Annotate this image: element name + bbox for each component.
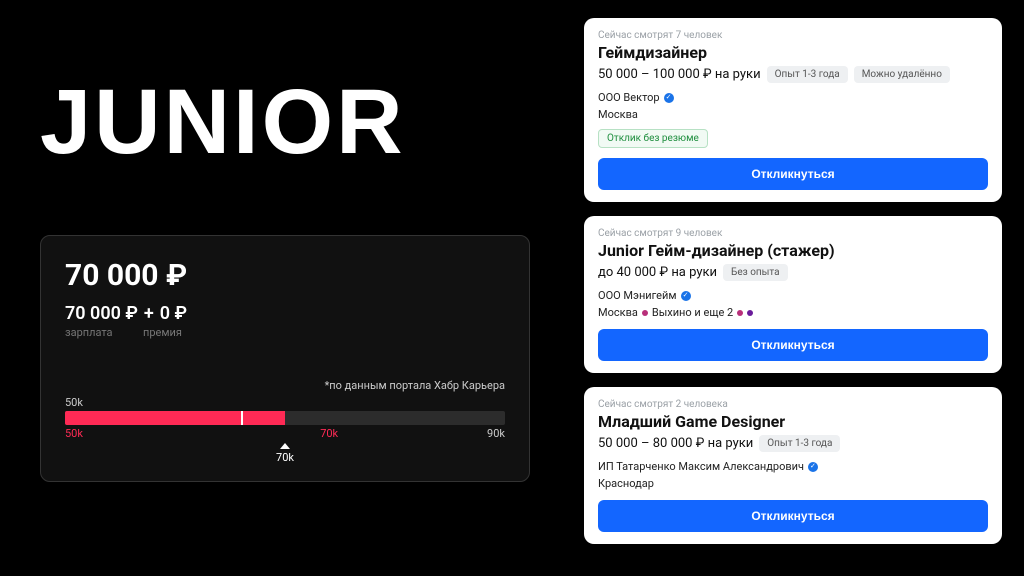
- location-text: Москва: [598, 306, 638, 319]
- axis-bottom: 50k 70k 90k: [65, 427, 505, 443]
- apply-button[interactable]: Откликнуться: [598, 500, 988, 532]
- salary-sublabels: зарплата премия: [65, 326, 505, 339]
- apply-button[interactable]: Откликнуться: [598, 158, 988, 190]
- company-name: ООО Вектор: [598, 91, 660, 104]
- bonus-label: премия: [143, 326, 182, 339]
- salary-breakdown: 70 000 ₽ + 0 ₽: [65, 303, 505, 324]
- tag-pill: Без опыта: [723, 264, 788, 281]
- apply-button[interactable]: Откликнуться: [598, 329, 988, 361]
- tag-pill: Опыт 1-3 года: [767, 66, 848, 83]
- location-row: Москва: [598, 108, 988, 121]
- tick-max: 90k: [487, 427, 505, 440]
- job-title[interactable]: Геймдизайнер: [598, 43, 988, 62]
- salary-total: 70 000 ₽: [65, 258, 505, 293]
- salary-text: до 40 000 ₽ на руки: [598, 265, 717, 280]
- axis-start-label: 50k: [65, 396, 505, 409]
- metro-text: Выхино и еще 2: [652, 306, 733, 319]
- bar-fill: [65, 411, 285, 425]
- verified-icon: ✓: [808, 462, 818, 472]
- salary-row: до 40 000 ₽ на руки Без опыта: [598, 264, 988, 281]
- company-name: ИП Татарченко Максим Александрович: [598, 460, 804, 473]
- salary-row: 50 000 – 100 000 ₽ на руки Опыт 1-3 года М…: [598, 66, 988, 83]
- marker-label: 70k: [276, 451, 294, 464]
- location-text: Краснодар: [598, 477, 654, 490]
- viewers-text: Сейчас смотрят 2 человека: [598, 399, 988, 410]
- job-card[interactable]: Сейчас смотрят 2 человека Младший Game De…: [584, 387, 1002, 544]
- company-row[interactable]: ООО Мэнигейм ✓: [598, 289, 988, 302]
- verified-icon: ✓: [681, 291, 691, 301]
- tag-pill: Можно удалённо: [854, 66, 950, 83]
- tick-low: 50k: [65, 427, 83, 440]
- marker-row: 70k: [65, 443, 505, 463]
- location-row: Москва Выхино и еще 2: [598, 306, 988, 319]
- salary-card: 70 000 ₽ 70 000 ₽ + 0 ₽ зарплата премия …: [40, 235, 530, 482]
- page-title: JUNIOR: [40, 70, 520, 175]
- plus-sign: +: [144, 303, 154, 324]
- job-title[interactable]: Junior Гейм-дизайнер (стажер): [598, 241, 988, 260]
- job-card[interactable]: Сейчас смотрят 7 человек Геймдизайнер 50 0…: [584, 18, 1002, 202]
- bar-median: [241, 411, 243, 425]
- verified-icon: ✓: [664, 93, 674, 103]
- viewers-text: Сейчас смотрят 7 человек: [598, 30, 988, 41]
- job-card[interactable]: Сейчас смотрят 9 человек Junior Гейм-диза…: [584, 216, 1002, 373]
- location-text: Москва: [598, 108, 638, 121]
- salary-row: 50 000 – 80 000 ₽ на руки Опыт 1-3 года: [598, 435, 988, 452]
- source-note: *по данным портала Хабр Карьера: [65, 379, 505, 392]
- job-list: Сейчас смотрят 7 человек Геймдизайнер 50 0…: [584, 18, 1002, 544]
- company-row[interactable]: ООО Вектор ✓: [598, 91, 988, 104]
- salary-range-bar: [65, 411, 505, 425]
- metro-dot-icon: [642, 310, 648, 316]
- location-row: Краснодар: [598, 477, 988, 490]
- base-label: зарплата: [65, 326, 141, 339]
- salary-text: 50 000 – 80 000 ₽ на руки: [598, 436, 753, 451]
- tick-high: 70k: [320, 427, 338, 440]
- salary-bonus: 0 ₽: [160, 303, 187, 324]
- marker-triangle-icon: [280, 443, 290, 449]
- metro-dot-icon: [747, 310, 753, 316]
- company-row[interactable]: ИП Татарченко Максим Александрович ✓: [598, 460, 988, 473]
- metro-dot-icon: [737, 310, 743, 316]
- tag-pill: Опыт 1-3 года: [759, 435, 840, 452]
- viewers-text: Сейчас смотрят 9 человек: [598, 228, 988, 239]
- company-name: ООО Мэнигейм: [598, 289, 677, 302]
- job-title[interactable]: Младший Game Designer: [598, 412, 988, 431]
- salary-base: 70 000 ₽: [65, 303, 138, 324]
- no-resume-badge: Отклик без резюме: [598, 129, 708, 148]
- salary-text: 50 000 – 100 000 ₽ на руки: [598, 67, 761, 82]
